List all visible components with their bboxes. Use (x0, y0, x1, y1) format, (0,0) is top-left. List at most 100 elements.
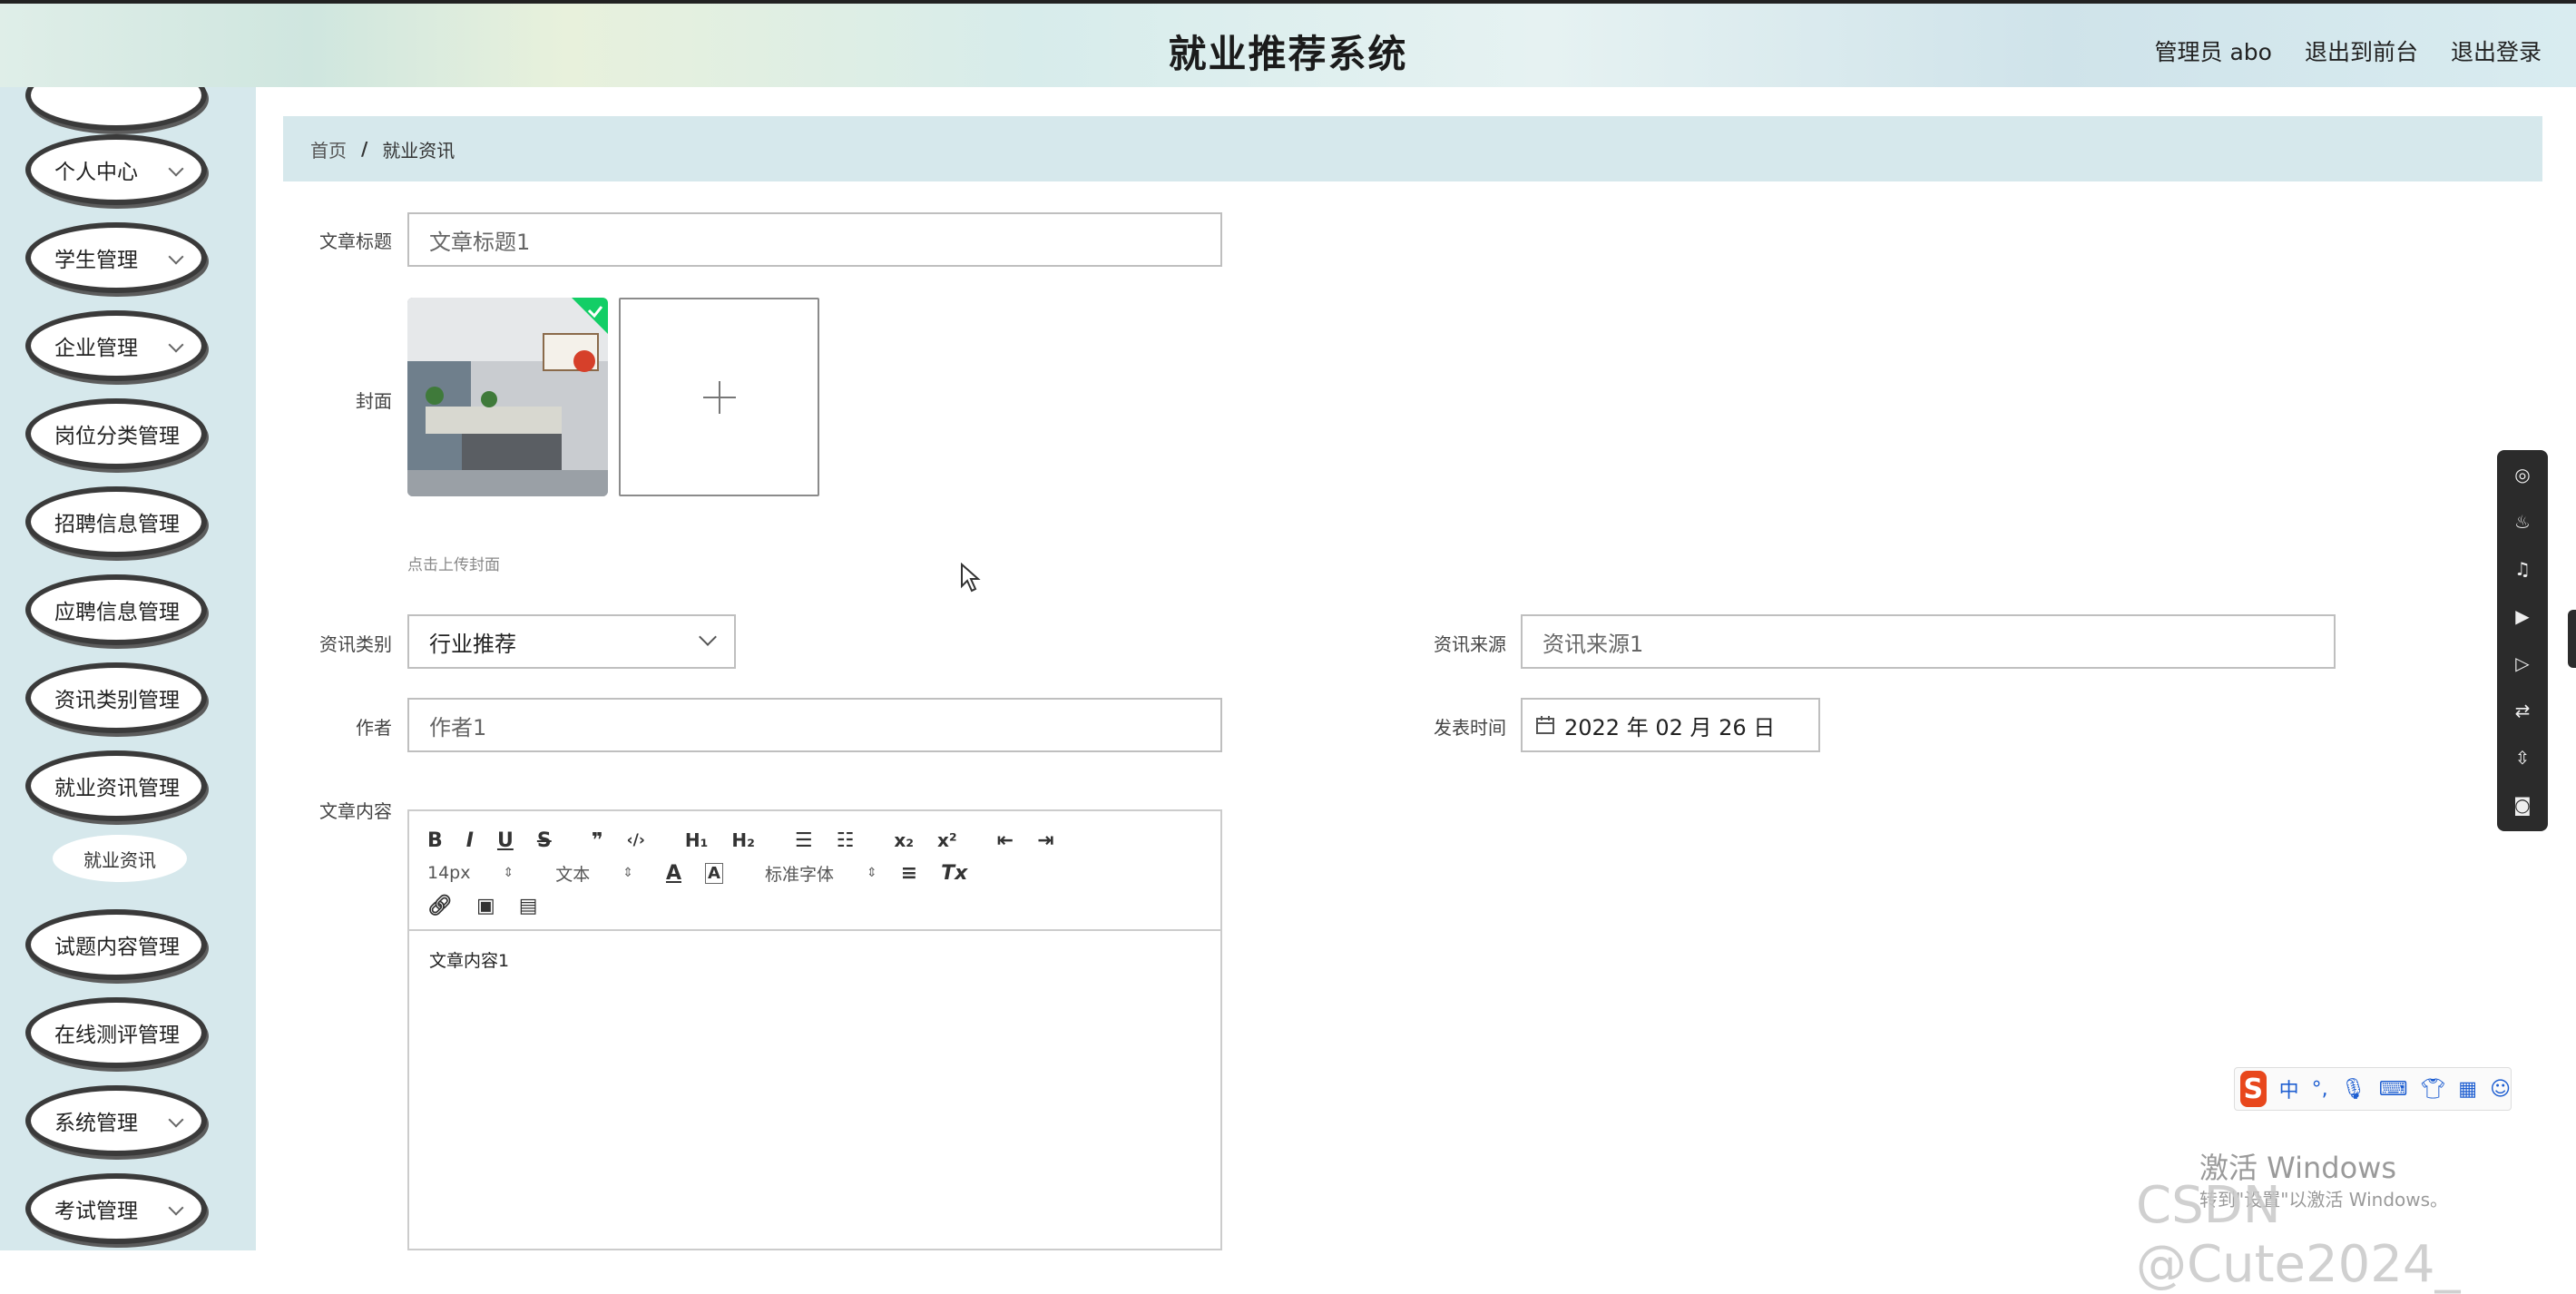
sidebar-item-label: 试题内容管理 (54, 936, 180, 959)
sidebar-item-exam-content[interactable]: 试题内容管理 (25, 909, 207, 980)
sidebar-item-partial[interactable] (25, 87, 207, 131)
apps-grid-icon[interactable]: ▦ (2458, 1078, 2477, 1101)
admin-user-label[interactable]: 管理员 abo (2155, 34, 2272, 67)
chinese-mode-icon[interactable]: 中 (2279, 1074, 2299, 1103)
code-block-icon[interactable]: ‹/› (627, 831, 645, 849)
sidebar-item-news-category[interactable]: 资讯类别管理 (25, 662, 207, 733)
heading-1-icon[interactable]: H₁ (685, 829, 709, 851)
title-input-value: 文章标题1 (429, 229, 531, 255)
chevron-down-icon (168, 1112, 184, 1128)
title-label: 文章标题 (319, 230, 392, 252)
bullet-list-icon[interactable]: ☷ (837, 829, 855, 852)
video-camera-icon[interactable]: ▶ (2510, 603, 2535, 630)
title-input[interactable]: 文章标题1 (407, 212, 1222, 267)
font-size-select[interactable]: 14px ⇕ (427, 863, 514, 883)
floating-tool-bar: ◎ ♨ ♫ ▶ ▷ ⇄ ⇳ ◙ (2497, 450, 2548, 831)
image-icon[interactable]: ▣ (476, 895, 495, 917)
content-label: 文章内容 (319, 800, 392, 822)
heading-2-icon[interactable]: H₂ (731, 829, 755, 851)
plus-icon (702, 380, 736, 414)
editor-content-text: 文章内容1 (429, 951, 510, 971)
font-size-value: 14px (427, 863, 471, 883)
breadcrumb-home[interactable]: 首页 (310, 136, 347, 162)
sidebar-item-application-info[interactable]: 应聘信息管理 (25, 574, 207, 645)
keyboard-icon[interactable]: ⌨ (2379, 1078, 2408, 1101)
compress-icon[interactable]: ⇳ (2510, 744, 2535, 771)
editor-content[interactable]: 文章内容1 (409, 931, 1220, 988)
microphone-icon[interactable]: 🎙︎ (2341, 1078, 2366, 1101)
font-color-icon[interactable]: A (666, 862, 681, 885)
sidebar-item-label: 个人中心 (54, 161, 138, 184)
source-input[interactable]: 资讯来源1 (1521, 614, 2336, 669)
underline-icon[interactable]: U (497, 829, 514, 852)
breadcrumb: 首页 / 就业资讯 (283, 116, 2542, 181)
italic-icon[interactable]: I (466, 829, 474, 852)
skin-icon[interactable]: 👕︎ (2420, 1078, 2445, 1101)
ordered-list-icon[interactable]: ☰ (795, 829, 813, 852)
video-icon[interactable]: ▤ (519, 895, 538, 917)
link-icon[interactable]: 🔗︎ (427, 895, 453, 917)
subscript-icon[interactable]: x₂ (894, 829, 914, 851)
search-circle-icon[interactable]: ◎ (2510, 461, 2535, 488)
sidebar-item-online-assessment[interactable]: 在线测评管理 (25, 997, 207, 1068)
clear-format-icon[interactable]: Tx (941, 862, 967, 885)
background-color-icon[interactable]: A (705, 862, 723, 884)
office-photo-icon (407, 298, 608, 496)
author-input-value: 作者1 (429, 714, 487, 740)
swap-icon[interactable]: ⇄ (2510, 697, 2535, 724)
sidebar-item-label: 在线测评管理 (54, 1024, 180, 1047)
outdent-icon[interactable]: ⇤ (997, 829, 1014, 852)
publish-time-picker[interactable]: 2022 年 02 月 26 日 (1521, 698, 1820, 752)
cover-image-office[interactable] (407, 298, 608, 496)
logout-link[interactable]: 退出登录 (2451, 34, 2542, 67)
sidebar-item-student-management[interactable]: 学生管理 (25, 222, 207, 293)
strikethrough-icon[interactable]: S (537, 829, 552, 852)
sidebar-item-label: 应聘信息管理 (54, 601, 180, 624)
mouse-cursor-icon (961, 563, 981, 593)
sidebar-item-personal-center[interactable]: 个人中心 (25, 134, 207, 205)
cover-upload-button[interactable] (619, 298, 819, 496)
sidebar-item-exam-management[interactable]: 考试管理 (25, 1173, 207, 1244)
indent-icon[interactable]: ⇥ (1037, 829, 1053, 852)
sidebar-item-label: 系统管理 (54, 1112, 138, 1135)
font-family-select[interactable]: 标准字体 ⇕ (765, 861, 877, 886)
rich-text-editor[interactable]: B I U S ❞ ‹/› H₁ H₂ ☰ ☷ x₂ x² ⇤ ⇥ 14px ⇕… (407, 809, 1222, 1250)
sogou-logo-icon[interactable]: S (2240, 1071, 2267, 1107)
sidebar-item-label: 岗位分类管理 (54, 425, 180, 448)
mascot-icon[interactable]: ☺ (2490, 1078, 2511, 1101)
category-select[interactable]: 行业推荐 (407, 614, 736, 669)
author-input[interactable]: 作者1 (407, 698, 1222, 752)
chevron-down-icon (168, 337, 184, 353)
sidebar: 个人中心 学生管理 企业管理 岗位分类管理 招聘信息管理 应聘信息管理 资讯类别… (0, 87, 256, 1250)
sidebar-item-enterprise-management[interactable]: 企业管理 (25, 310, 207, 381)
breadcrumb-current: 就业资讯 (382, 139, 455, 162)
updown-arrow-icon: ⇕ (866, 866, 877, 880)
sidebar-item-label: 企业管理 (54, 337, 138, 360)
floating-tab-handle[interactable] (2568, 610, 2576, 668)
sidebar-item-label: 考试管理 (54, 1200, 138, 1223)
blockquote-icon[interactable]: ❞ (592, 829, 603, 852)
music-icon[interactable]: ♫ (2510, 555, 2535, 583)
sidebar-item-system-management[interactable]: 系统管理 (25, 1085, 207, 1156)
sidebar-item-label: 资讯类别管理 (54, 689, 180, 712)
align-left-icon[interactable]: ≡ (901, 862, 917, 885)
bold-icon[interactable]: B (427, 829, 443, 852)
sidebar-item-recruitment-info[interactable]: 招聘信息管理 (25, 486, 207, 557)
exit-to-front-link[interactable]: 退出到前台 (2305, 34, 2418, 67)
chevron-down-icon (168, 161, 184, 177)
sidebar-item-job-category[interactable]: 岗位分类管理 (25, 398, 207, 469)
camera-icon[interactable]: ◙ (2510, 791, 2535, 819)
punctuation-icon[interactable]: °, (2312, 1078, 2328, 1101)
updown-arrow-icon: ⇕ (622, 866, 633, 880)
sidebar-item-employment-news[interactable]: 就业资讯管理 (25, 750, 207, 821)
play-box-icon[interactable]: ▷ (2510, 650, 2535, 677)
superscript-icon[interactable]: x² (937, 829, 957, 851)
header-links: 管理员 abo 退出到前台 退出登录 (2155, 34, 2542, 67)
csdn-watermark: CSDN @Cute2024_ (2136, 1176, 2461, 1294)
category-label: 资讯类别 (319, 633, 392, 655)
sidebar-subitem-employment-news[interactable]: 就业资讯 (53, 835, 187, 882)
paragraph-select[interactable]: 文本 ⇕ (555, 861, 633, 886)
flame-icon[interactable]: ♨ (2510, 508, 2535, 535)
chevron-down-icon (168, 1200, 184, 1216)
publish-time-value: 2022 年 02 月 26 日 (1564, 714, 1776, 740)
